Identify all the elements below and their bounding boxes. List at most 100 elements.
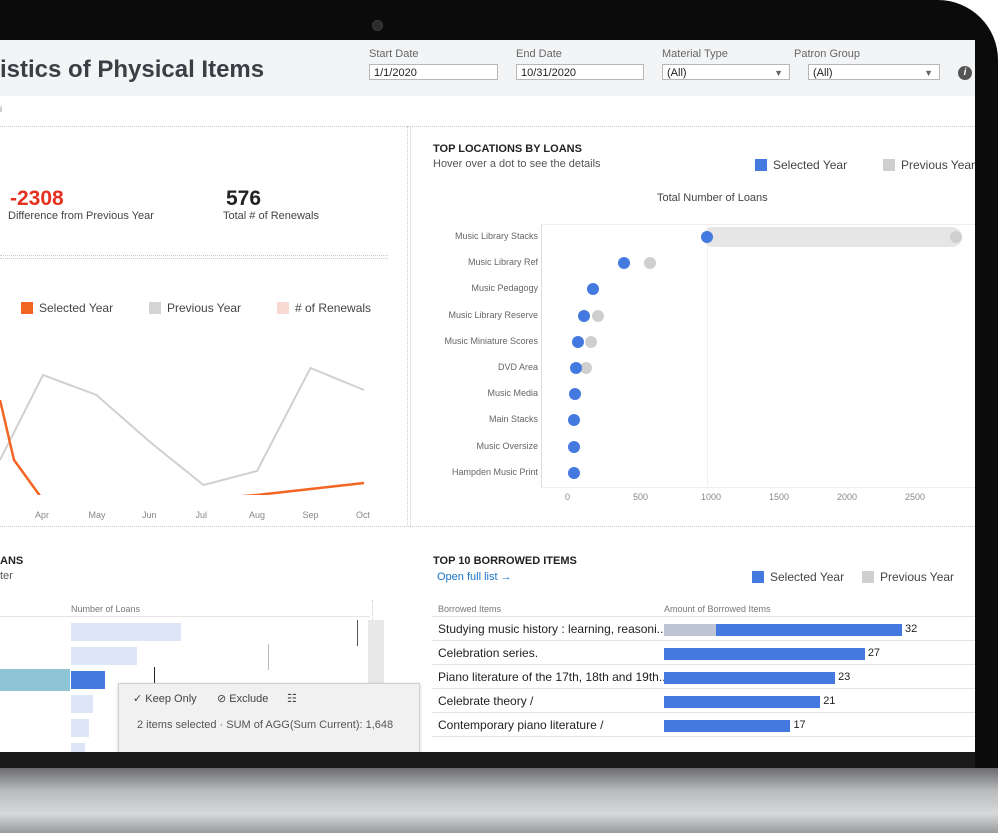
x-tick-label: May — [88, 510, 106, 520]
legend-previous-year: Previous Year — [883, 158, 975, 172]
legend-swatch — [752, 571, 764, 583]
material-type-select[interactable]: (All) ▼ — [662, 64, 790, 80]
row-divider — [432, 640, 975, 641]
location-label: Music Library Stacks — [454, 231, 538, 241]
selected-row-highlight[interactable] — [0, 669, 70, 691]
x-tick-label: 2000 — [837, 492, 858, 502]
loans-bar[interactable] — [71, 647, 137, 665]
item-title[interactable]: Celebrate theory / — [438, 694, 533, 708]
selected-year-bar[interactable] — [664, 720, 791, 732]
legend-label: Previous Year — [167, 301, 242, 315]
location-label: DVD Area — [497, 362, 538, 372]
x-tick-label: 2500 — [905, 492, 926, 502]
loans-bar[interactable] — [71, 671, 105, 689]
previous-year-dot[interactable] — [592, 309, 605, 322]
page-title: istics of Physical Items — [0, 56, 265, 83]
legend-selected-year: Selected Year — [21, 301, 113, 315]
top-items-title: TOP 10 BORROWED ITEMS — [433, 555, 577, 567]
material-type-filter: Material Type (All) ▼ — [662, 48, 790, 80]
loans-bar[interactable] — [71, 695, 93, 713]
location-label: Music Library Ref — [467, 257, 538, 268]
axis-title: Total Number of Loans — [657, 192, 768, 204]
loans-bar[interactable] — [71, 743, 85, 752]
x-tick-label: 500 — [633, 492, 649, 502]
location-label: Music Pedagogy — [471, 283, 538, 294]
header-bar: istics of Physical Items Start Date 1/1/… — [0, 40, 975, 96]
kpi-renewals-value: 576 — [226, 187, 262, 210]
row-divider — [432, 736, 975, 737]
previous-year-bar[interactable] — [664, 624, 717, 636]
patron-group-select[interactable]: (All) ▼ — [808, 64, 940, 80]
dashboard-screen: istics of Physical Items Start Date 1/1/… — [0, 40, 975, 752]
reference-line — [268, 644, 269, 670]
previous-year-dot[interactable] — [949, 231, 962, 243]
exclude-button[interactable]: ⊘ Exclude — [217, 692, 268, 705]
reference-line — [357, 620, 358, 646]
location-label: Music Miniature Scores — [444, 335, 538, 346]
row-divider — [432, 688, 975, 689]
divider — [372, 600, 373, 620]
view-data-icon[interactable]: ☷ — [287, 692, 297, 705]
loans-panel-title: ANS — [0, 555, 24, 567]
loans-line-chart[interactable] — [0, 335, 390, 495]
legend-swatch — [21, 302, 33, 314]
start-date-input[interactable]: 1/1/2020 — [369, 64, 498, 80]
loans-bar[interactable] — [71, 623, 181, 641]
start-date-label: Start Date — [369, 48, 419, 60]
selected-year-bar[interactable] — [664, 672, 836, 684]
legend-label: Previous Year — [901, 158, 975, 172]
col-header-loans: Number of Loans — [71, 604, 141, 614]
selected-year-dot[interactable] — [571, 335, 584, 348]
previous-year-dot[interactable] — [643, 257, 656, 270]
plot-frame — [541, 224, 975, 488]
selected-year-line[interactable] — [0, 399, 365, 495]
kpi-difference-label: Difference from Previous Year — [8, 210, 154, 222]
x-tick-label: Apr — [35, 510, 50, 520]
legend-label: Selected Year — [770, 570, 845, 584]
item-title[interactable]: Studying music history : learning, reaso… — [438, 622, 663, 636]
item-title[interactable]: Piano literature of the 17th, 18th and 1… — [438, 670, 666, 684]
selected-year-dot[interactable] — [701, 231, 713, 243]
legend-selected-year: Selected Year — [755, 158, 847, 172]
patron-group-value: (All) — [813, 67, 833, 79]
end-date-input[interactable]: 10/31/2020 — [516, 64, 644, 80]
item-title[interactable]: Celebration series. — [438, 646, 538, 660]
start-date-value: 1/1/2020 — [374, 67, 417, 79]
row-divider — [432, 616, 975, 617]
info-icon[interactable]: i — [958, 66, 972, 80]
keep-only-button[interactable]: ✓ Keep Only — [133, 692, 197, 705]
selected-year-bar[interactable] — [664, 696, 821, 708]
selected-year-bar[interactable] — [664, 648, 865, 660]
previous-year-line[interactable] — [0, 366, 365, 487]
kpi-difference-value: -2308 — [10, 187, 64, 210]
col-header-amount: Amount of Borrowed Items — [664, 604, 771, 614]
material-type-label: Material Type — [662, 48, 728, 60]
divider — [410, 126, 411, 526]
location-label: Main Stacks — [488, 414, 538, 425]
selected-year-dot[interactable] — [568, 440, 581, 453]
legend-swatch — [883, 159, 895, 171]
x-tick-label: 1000 — [701, 492, 722, 502]
location-label: Music Oversize — [476, 440, 538, 451]
x-tick-label: Aug — [249, 510, 266, 520]
x-tick-label: Oct — [356, 510, 371, 520]
selected-year-dot[interactable] — [567, 466, 580, 479]
legend-label: Selected Year — [773, 158, 848, 172]
item-title[interactable]: Contemporary piano literature / — [438, 718, 603, 732]
gridline — [707, 224, 708, 486]
chevron-down-icon: ▼ — [924, 68, 933, 78]
loans-bar[interactable] — [71, 719, 89, 737]
x-tick-label: 0 — [565, 492, 571, 502]
divider — [0, 126, 975, 127]
bar-value-label: 32 — [905, 623, 918, 635]
end-date-value: 10/31/2020 — [521, 67, 577, 79]
patron-group-filter: Patron Group (All) ▼ — [794, 48, 940, 80]
divider — [407, 126, 408, 526]
legend-label: # of Renewals — [295, 301, 372, 315]
legend-swatch — [862, 571, 874, 583]
open-full-list-link[interactable]: Open full list → — [437, 571, 512, 583]
selected-year-dot[interactable] — [577, 309, 590, 322]
legend-renewals: # of Renewals — [277, 301, 371, 315]
legend-selected-year: Selected Year — [752, 570, 844, 584]
location-label: Hampden Music Print — [451, 466, 538, 477]
